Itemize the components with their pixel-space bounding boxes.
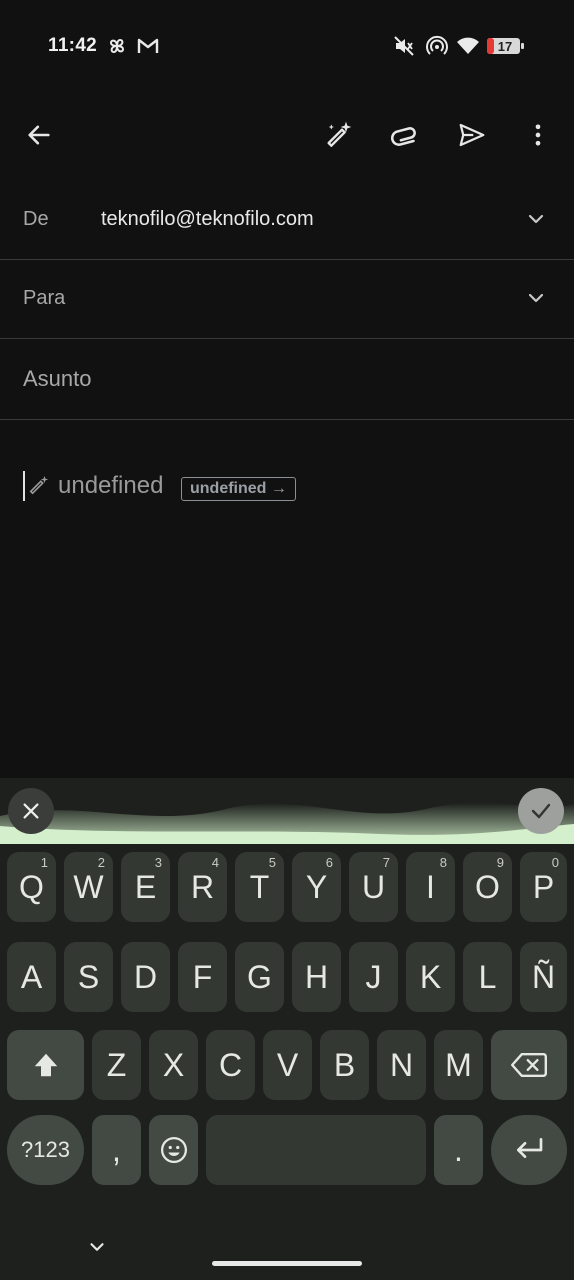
key-u[interactable]: U7 <box>349 852 398 922</box>
key-p[interactable]: P0 <box>520 852 567 922</box>
backspace-key[interactable] <box>491 1030 567 1100</box>
from-label: De <box>23 208 49 230</box>
more-vert-icon <box>535 124 541 146</box>
enter-icon <box>517 1138 543 1158</box>
more-options-button[interactable] <box>520 117 556 153</box>
home-indicator[interactable] <box>212 1261 362 1266</box>
backspace-icon <box>511 1053 547 1077</box>
help-me-write-text[interactable]: undefined <box>58 472 163 500</box>
shift-key[interactable] <box>7 1030 84 1100</box>
key-n[interactable]: N <box>377 1030 426 1100</box>
key-l[interactable]: L <box>463 942 512 1012</box>
key-c[interactable]: C <box>206 1030 255 1100</box>
key-s[interactable]: S <box>64 942 113 1012</box>
close-icon <box>23 803 39 819</box>
back-button[interactable] <box>21 117 57 153</box>
hide-keyboard-chevron-icon[interactable] <box>86 1236 108 1258</box>
attach-button[interactable] <box>387 117 423 153</box>
from-value: teknofilo@teknofilo.com <box>101 208 314 230</box>
period-key[interactable]: . <box>434 1115 483 1185</box>
to-field[interactable]: Para <box>0 260 574 339</box>
space-key[interactable] <box>206 1115 426 1185</box>
shift-icon <box>34 1053 57 1077</box>
battery-level: 17 <box>498 39 512 54</box>
status-bar: 11:42 17 <box>0 0 574 92</box>
key-t[interactable]: T5 <box>235 852 284 922</box>
help-me-write-icon <box>29 475 49 495</box>
help-me-write-icon <box>327 121 352 147</box>
send-button[interactable] <box>454 117 490 153</box>
voice-wave <box>0 802 574 844</box>
from-field[interactable]: De teknofilo@teknofilo.com <box>0 180 574 260</box>
key-h[interactable]: H <box>292 942 341 1012</box>
key-j[interactable]: J <box>349 942 398 1012</box>
send-icon <box>459 123 485 147</box>
key-v[interactable]: V <box>263 1030 312 1100</box>
to-label: Para <box>23 287 66 309</box>
subject-field[interactable]: Asunto <box>0 339 574 420</box>
text-cursor <box>23 471 25 501</box>
emoji-key[interactable] <box>149 1115 198 1185</box>
attach-icon <box>390 127 416 146</box>
key-y[interactable]: Y6 <box>292 852 341 922</box>
key-o[interactable]: O9 <box>463 852 512 922</box>
key-d[interactable]: D <box>121 942 170 1012</box>
enter-key[interactable] <box>491 1115 567 1185</box>
emoji-icon <box>160 1137 187 1163</box>
mute-icon <box>394 36 414 56</box>
subject-placeholder: Asunto <box>23 366 92 391</box>
key-z[interactable]: Z <box>92 1030 141 1100</box>
status-time: 11:42 <box>48 35 98 56</box>
key-i[interactable]: I8 <box>406 852 455 922</box>
key-r[interactable]: R4 <box>178 852 227 922</box>
keyboard: Q1 W2 E3 R4 T5 Y6 U7 I8 O9 P0 A S D F G … <box>0 778 574 1280</box>
chevron-down-icon[interactable] <box>524 207 548 231</box>
comma-key[interactable]: , <box>92 1115 141 1185</box>
pinwheel-icon <box>109 38 125 54</box>
help-me-write-button[interactable] <box>320 117 356 153</box>
compose-toolbar <box>0 105 574 165</box>
check-icon <box>531 803 551 819</box>
key-w[interactable]: W2 <box>64 852 113 922</box>
key-n-tilde[interactable]: Ñ <box>520 942 567 1012</box>
key-e[interactable]: E3 <box>121 852 170 922</box>
help-me-write-chip[interactable]: undefined → <box>181 477 296 501</box>
key-q[interactable]: Q1 <box>7 852 56 922</box>
symbols-key[interactable]: ?123 <box>7 1115 84 1185</box>
battery-icon: 17 <box>487 38 524 54</box>
wifi-icon <box>457 37 479 54</box>
key-f[interactable]: F <box>178 942 227 1012</box>
voice-input-bar <box>0 778 574 844</box>
key-a[interactable]: A <box>7 942 56 1012</box>
chevron-down-icon[interactable] <box>524 286 548 310</box>
key-g[interactable]: G <box>235 942 284 1012</box>
key-b[interactable]: B <box>320 1030 369 1100</box>
key-k[interactable]: K <box>406 942 455 1012</box>
key-m[interactable]: M <box>434 1030 483 1100</box>
back-arrow-icon <box>28 125 50 145</box>
hotspot-icon <box>426 35 448 55</box>
gmail-icon <box>137 38 159 53</box>
key-x[interactable]: X <box>149 1030 198 1100</box>
cancel-voice-button[interactable] <box>8 788 54 834</box>
confirm-voice-button[interactable] <box>518 788 564 834</box>
